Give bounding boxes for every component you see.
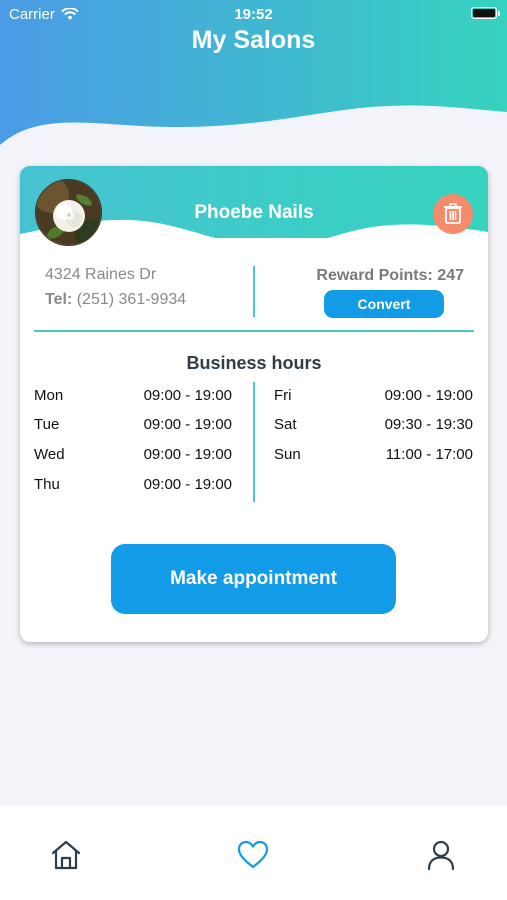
day-label: Sat	[274, 415, 297, 433]
trash-icon	[444, 203, 462, 224]
hours-value: 11:00 - 17:00	[385, 445, 473, 463]
info-divider	[253, 266, 255, 317]
hours-value: 09:00 - 19:00	[143, 386, 232, 404]
delete-salon-button[interactable]	[433, 194, 473, 234]
day-label: Fri	[274, 386, 292, 404]
hours-value: 09:00 - 19:00	[143, 415, 232, 433]
user-icon	[427, 840, 455, 871]
tab-bar	[0, 806, 507, 900]
tab-favorites[interactable]	[236, 838, 270, 872]
status-time: 19:52	[234, 6, 273, 23]
hours-row-tue: Tue 09:00 - 19:00	[34, 413, 232, 435]
day-label: Wed	[34, 445, 65, 463]
heart-icon	[237, 840, 269, 869]
day-label: Mon	[34, 386, 64, 404]
hours-row-fri: Fri 09:00 - 19:00	[274, 384, 473, 406]
hours-value: 09:30 - 19:30	[384, 415, 473, 433]
hours-value: 09:00 - 19:00	[384, 386, 473, 404]
day-label: Sun	[274, 445, 301, 463]
section-divider	[34, 330, 474, 332]
hours-value: 09:00 - 19:00	[143, 475, 232, 493]
hours-value: 09:00 - 19:00	[143, 445, 232, 463]
salon-card: Phoebe Nails 4324 Raines Dr Tel: (251) 3…	[20, 166, 488, 642]
business-hours-title: Business hours	[186, 353, 322, 373]
salon-phone[interactable]: Tel: (251) 361-9934	[45, 291, 186, 309]
tel-label: Tel:	[45, 291, 73, 308]
hours-row-sat: Sat 09:30 - 19:30	[274, 413, 473, 435]
day-label: Thu	[34, 475, 60, 493]
page-title: My Salons	[191, 26, 316, 54]
day-label: Tue	[34, 415, 60, 433]
salon-name: Phoebe Nails	[194, 202, 314, 223]
hours-row-mon: Mon 09:00 - 19:00	[34, 384, 232, 406]
convert-button[interactable]: Convert	[324, 290, 444, 318]
reward-points: Reward Points: 247	[316, 267, 464, 284]
home-icon	[51, 840, 81, 870]
battery-icon	[471, 7, 500, 19]
salon-address: 4324 Raines Dr	[45, 266, 157, 283]
hours-row-thu: Thu 09:00 - 19:00	[34, 473, 232, 495]
hours-row-sun: Sun 11:00 - 17:00	[274, 443, 473, 465]
hours-row-wed: Wed 09:00 - 19:00	[34, 443, 232, 465]
tab-profile[interactable]	[424, 838, 458, 872]
tel-value: (251) 361-9934	[76, 291, 187, 308]
tab-home[interactable]	[49, 838, 83, 872]
make-appointment-button[interactable]: Make appointment	[111, 544, 396, 614]
hours-divider	[253, 382, 255, 502]
